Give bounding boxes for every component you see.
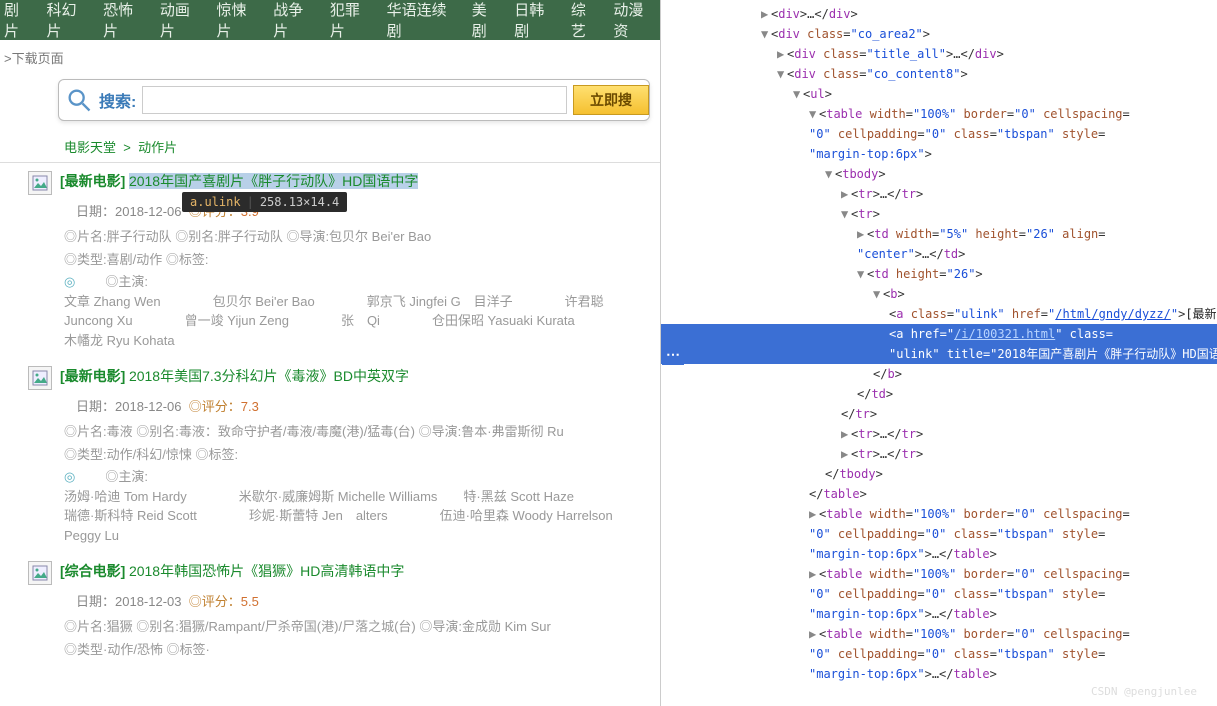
search-label: 搜索: <box>99 88 136 112</box>
image-icon <box>28 171 52 195</box>
movie-item: [综合电影] 2018年韩国恐怖片《猖獗》HD高清韩语中字 日期：2018-12… <box>64 561 660 658</box>
nav-item[interactable]: 美剧 <box>472 0 500 41</box>
devtools-elements[interactable]: ▶<div>…</div> ▼<div class="co_area2"> ▶<… <box>660 0 1217 706</box>
nav-item[interactable]: 惊悚片 <box>217 0 260 41</box>
site-home-link[interactable]: 电影天堂 <box>64 140 116 155</box>
movie-item: [最新电影] 2018年美国7.3分科幻片《毒液》BD中英双字 日期：2018-… <box>64 366 660 545</box>
search-button[interactable]: 立即搜 <box>573 85 649 115</box>
movie-category-link[interactable]: [最新电影] <box>60 173 125 189</box>
devtools-ellipsis-icon[interactable]: ⋯ <box>662 344 684 365</box>
selected-dom-node[interactable]: <a href="/i/100321.html" class="ulink" t… <box>661 324 1217 364</box>
breadcrumb-link[interactable]: 下载页面 <box>12 51 64 66</box>
nav-item[interactable]: 剧片 <box>4 0 32 41</box>
movie-title-link[interactable]: 2018年美国7.3分科幻片《毒液》BD中英双字 <box>129 368 409 384</box>
nav-item[interactable]: 综艺 <box>571 0 599 41</box>
image-icon <box>28 366 52 390</box>
movie-title-link[interactable]: 2018年韩国恐怖片《猖獗》HD高清韩语中字 <box>129 563 404 579</box>
inspector-tooltip: a.ulink | 258.13×14.4 <box>182 192 347 212</box>
movie-item: [最新电影] 2018年国产喜剧片《胖子行动队》HD国语中字 日期：2018-1… <box>64 171 660 350</box>
movie-category-link[interactable]: [最新电影] <box>60 368 125 384</box>
nav-item[interactable]: 动漫资 <box>613 0 656 41</box>
nav-item[interactable]: 犯罪片 <box>330 0 373 41</box>
image-icon <box>28 561 52 585</box>
movie-title-link[interactable]: 2018年国产喜剧片《胖子行动队》HD国语中字 <box>129 173 418 189</box>
nav-item[interactable]: 动画片 <box>160 0 203 41</box>
watermark: CSDN @pengjunlee <box>1091 685 1197 698</box>
category-nav: 剧片 科幻片 恐怖片 动画片 惊悚片 战争片 犯罪片 华语连续剧 美剧 日韩剧 … <box>0 0 660 40</box>
nav-item[interactable]: 恐怖片 <box>103 0 146 41</box>
movie-list: [最新电影] 2018年国产喜剧片《胖子行动队》HD国语中字 日期：2018-1… <box>0 163 660 658</box>
nav-item[interactable]: 科幻片 <box>46 0 89 41</box>
nav-item[interactable]: 日韩剧 <box>514 0 557 41</box>
search-box: 搜索: 立即搜 <box>58 79 650 121</box>
search-icon <box>65 86 93 114</box>
site-breadcrumb: 电影天堂 > 动作片 <box>0 131 660 163</box>
category-link[interactable]: 动作片 <box>138 140 177 155</box>
nav-item[interactable]: 战争片 <box>273 0 316 41</box>
search-input[interactable] <box>142 86 567 114</box>
movie-category-link[interactable]: [综合电影] <box>60 563 125 579</box>
nav-item[interactable]: 华语连续剧 <box>387 0 458 41</box>
breadcrumb: >下载页面 <box>0 40 660 75</box>
